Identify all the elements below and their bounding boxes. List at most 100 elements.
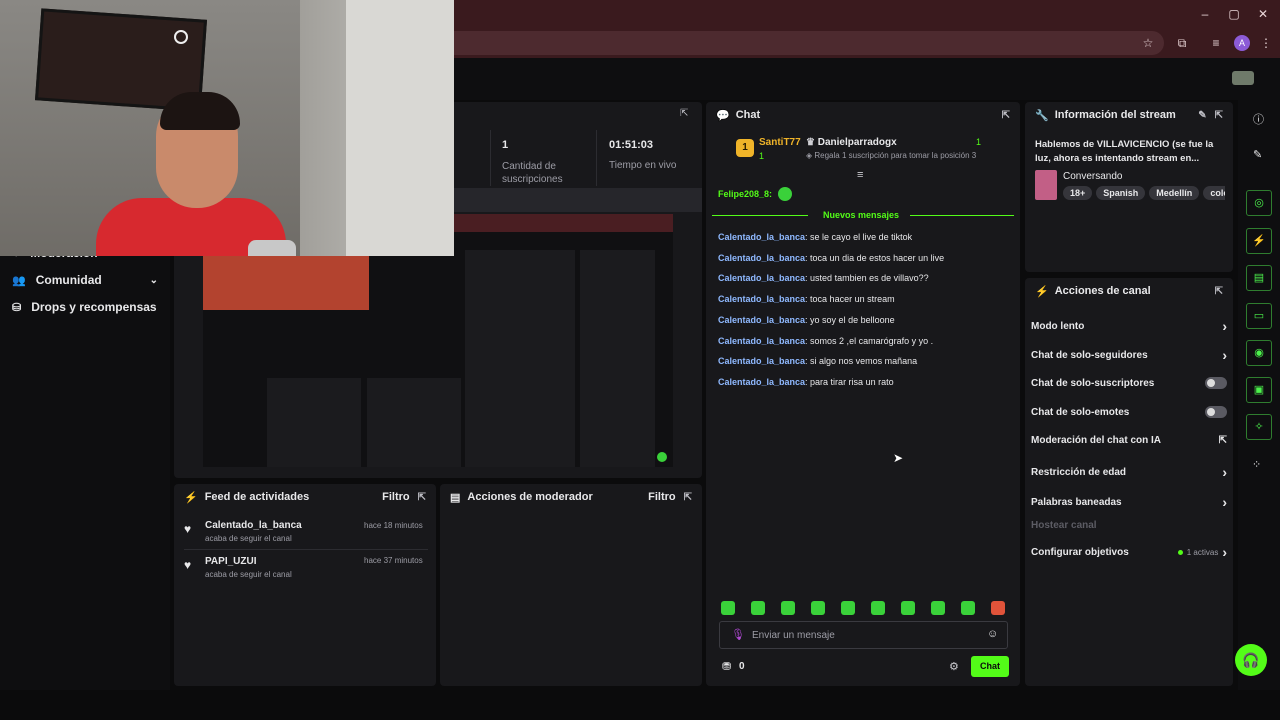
chat-message: Calentado_la_banca: se le cayo el live d… [718,232,913,242]
live-time-label: Tiempo en vivo [609,160,677,171]
emote-icon[interactable] [751,601,765,615]
preview-support-icon [657,452,667,462]
chat-message: Calentado_la_banca: somos 2 ,el camarógr… [718,336,934,346]
browser-menu-icon[interactable]: ⋮ [1257,34,1275,52]
extensions-icon[interactable]: ⧉ [1173,34,1191,52]
address-bar[interactable] [454,31,1164,55]
filter-button[interactable]: Filtro [382,491,410,503]
popout-icon[interactable]: ⇱ [684,492,692,503]
action-configure-goals[interactable]: Configurar objetivos 1 activas › [1031,544,1227,560]
leader-count: 1 [759,151,765,161]
action-host-channel: Hostear canal [1031,520,1097,531]
gear-icon[interactable]: ⚙ [949,660,959,673]
webcam-overlay [0,0,454,256]
chat-message: Calentado_la_banca: usted tambien es de … [718,273,929,283]
action-slow-mode[interactable]: Modo lento › [1031,318,1227,334]
category-name[interactable]: Conversando [1063,171,1122,182]
emote-icon[interactable] [781,601,795,615]
leader-name[interactable]: SantiT77 [759,137,801,148]
emote-icon[interactable] [931,601,945,615]
activity-feed-title: Feed de actividades [204,491,310,503]
pencil-icon[interactable]: ✎ [1253,148,1262,161]
popout-icon[interactable]: ⇱ [1215,110,1223,121]
divider [184,549,428,550]
collapse-icon[interactable]: ≡ [857,169,863,181]
profile-avatar[interactable]: A [1234,35,1250,51]
drops-icon: ⛁ [12,301,22,314]
close-window-button[interactable]: ✕ [1255,6,1271,22]
emote-icon[interactable] [901,601,915,615]
lightning-icon: ⚡ [1035,285,1049,298]
wrench-icon[interactable]: ✧ [1246,414,1272,440]
action-age-restriction[interactable]: Restricción de edad › [1031,464,1227,480]
chevron-right-icon: › [1222,347,1227,363]
user-avatar[interactable] [1232,71,1254,85]
emotes-only-toggle[interactable] [1205,406,1227,418]
document-icon[interactable]: ▤ [1246,265,1272,291]
chevron-right-icon: › [1222,464,1227,480]
gift-sub-cta[interactable]: ◈ Regala 1 suscripción para tomar la pos… [806,151,976,160]
emote-icon[interactable] [991,601,1005,615]
chat-icon: 💬 [716,109,730,122]
maximize-button[interactable]: ▢ [1226,6,1242,22]
leader-count: 1 [976,137,982,147]
tag[interactable]: Spanish [1096,186,1146,200]
crown-icon: ♛ [806,137,818,148]
popout-icon[interactable]: ⇱ [680,108,688,119]
emote-icon[interactable] [811,601,825,615]
stream-info-title: Información del stream [1054,109,1176,121]
chat-title: Chat [735,109,761,121]
leader-name[interactable]: ♛ Danielparradogx [806,137,897,148]
pinned-user[interactable]: Felipe208_8: [718,189,772,199]
tag[interactable]: colo [1203,186,1225,200]
emote-icon[interactable] [961,601,975,615]
screenshot-icon[interactable]: ◎ [1246,190,1272,216]
emoji-icon[interactable]: ☺ [987,628,998,640]
tag[interactable]: Medellín [1149,186,1200,200]
chat-message: Calentado_la_banca: toca un dia de estos… [718,253,945,263]
popout-icon[interactable]: ⇱ [1002,110,1010,121]
heart-icon: ♥ [184,522,192,536]
preview-panel [367,378,461,467]
support-headset-icon[interactable]: 🎧 [1235,644,1267,676]
sidebar-item-community[interactable]: 👥 Comunidad ⌄ [12,273,158,287]
live-time-value: 01:51:03 [609,139,654,151]
action-banned-words[interactable]: Palabras baneadas › [1031,494,1227,510]
category-thumbnail[interactable] [1035,170,1057,200]
event-user[interactable]: Calentado_la_banca [205,520,302,531]
chat-icon[interactable]: ▭ [1246,303,1272,329]
broadcast-icon[interactable]: ◉ [1246,340,1272,366]
sidebar-item-label: Drops y recompensas [31,300,157,314]
subscriptions-label: Cantidad de suscripciones [502,161,563,185]
emote-icon[interactable] [841,601,855,615]
tag[interactable]: 18+ [1063,186,1093,200]
new-messages-label: Nuevos mensajes [823,210,900,220]
send-chat-button[interactable]: Chat [971,656,1009,677]
apps-icon[interactable]: ⁘ [1252,458,1261,471]
info-icon[interactable]: ⓘ [1253,111,1264,127]
minimize-button[interactable]: – [1197,6,1213,22]
action-emotes-only[interactable]: Chat de solo-emotes [1031,406,1227,418]
action-followers-only[interactable]: Chat de solo-seguidores › [1031,347,1227,363]
chat-input-placeholder: Enviar un mensaje [752,630,835,641]
popout-icon[interactable]: ⇱ [418,492,426,503]
subscribers-only-toggle[interactable] [1205,377,1227,389]
media-control-icon[interactable]: ≡ [1207,34,1225,52]
rank-badge: 1 [736,139,754,157]
filter-button[interactable]: Filtro [648,491,676,503]
action-subscribers-only[interactable]: Chat de solo-suscriptores [1031,377,1227,389]
heart-icon: ♥ [184,558,192,572]
mod-actions-panel: ▤ Acciones de moderador Filtro ⇱ [440,484,702,686]
lightning-icon[interactable]: ⚡ [1246,228,1272,254]
emote-icon[interactable] [871,601,885,615]
sidebar-item-label: Comunidad [35,273,102,287]
action-ai-moderation[interactable]: Moderación del chat con IA ⇱ [1031,435,1227,446]
edit-icon[interactable]: ✎ [1198,110,1206,121]
microphone-icon[interactable]: 🎙 [731,628,745,641]
event-user[interactable]: PAPI_UZUI [205,556,257,567]
sidebar-item-drops[interactable]: ⛁ Drops y recompensas [12,300,157,314]
popout-icon[interactable]: ⇱ [1215,286,1223,297]
layout-icon[interactable]: ▣ [1246,377,1272,403]
emote-icon[interactable] [721,601,735,615]
bookmark-star-icon[interactable]: ☆ [1139,34,1157,52]
